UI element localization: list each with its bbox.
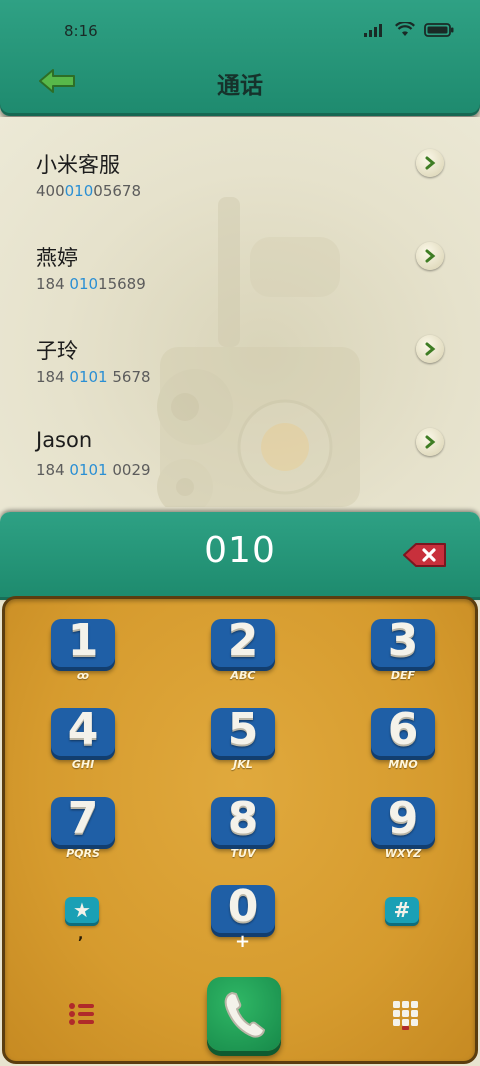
key-4[interactable]: 4 GHI	[51, 704, 115, 771]
contact-row[interactable]: Jason 184 0101 0029	[0, 428, 480, 511]
call-log-icon[interactable]	[67, 1001, 97, 1027]
key-7[interactable]: 7 PQRS	[51, 793, 115, 860]
contact-name: 子玲	[36, 339, 78, 363]
key-0-sub: +	[235, 931, 251, 952]
contact-name: Jason	[36, 428, 93, 452]
status-time: 8:16	[64, 22, 98, 40]
key-9[interactable]: 9 WXYZ	[371, 793, 435, 860]
dial-display: 010	[0, 512, 480, 600]
contact-results: 小米客服 40001005678 燕婷 184 01015689 子玲 184 …	[0, 117, 480, 511]
contact-number: 184 0101 5678	[36, 368, 151, 386]
key-hash[interactable]: #	[385, 897, 419, 923]
contact-number: 184 01015689	[36, 275, 146, 293]
key-star-sub: ,	[78, 927, 84, 943]
call-button[interactable]	[207, 977, 281, 1051]
contact-name: 小米客服	[36, 153, 120, 177]
key-8[interactable]: 8 TUV	[211, 793, 275, 860]
phone-icon	[224, 992, 265, 1038]
contact-number: 40001005678	[36, 182, 141, 200]
key-5[interactable]: 5 JKL	[211, 704, 275, 771]
battery-icon	[424, 22, 454, 37]
contact-row[interactable]: 燕婷 184 01015689	[0, 242, 480, 332]
signal-icon	[364, 23, 382, 37]
key-2[interactable]: 2 ABC	[211, 615, 275, 682]
status-icons	[364, 22, 454, 37]
contact-row[interactable]: 小米客服 40001005678	[0, 149, 480, 239]
backspace-icon[interactable]	[402, 542, 448, 568]
chevron-right-icon[interactable]	[416, 149, 444, 177]
voicemail-icon: ꝏ	[76, 669, 90, 682]
key-3[interactable]: 3 DEF	[371, 615, 435, 682]
chevron-right-icon[interactable]	[416, 428, 444, 456]
chevron-right-icon[interactable]	[416, 335, 444, 363]
header: 8:16 通话	[0, 0, 480, 116]
contact-name: 燕婷	[36, 246, 78, 270]
contact-number: 184 0101 0029	[36, 461, 151, 479]
page-title: 通话	[217, 73, 263, 99]
key-star[interactable]: ★	[65, 897, 99, 923]
chevron-right-icon[interactable]	[416, 242, 444, 270]
dial-keypad: 1 ꝏ 2 ABC 3 DEF 4 GHI 5 JKL 6 MNO 7 PQRS…	[2, 596, 478, 1064]
wifi-icon	[395, 22, 415, 36]
key-1[interactable]: 1 ꝏ	[51, 615, 115, 682]
key-6[interactable]: 6 MNO	[371, 704, 435, 771]
contact-row[interactable]: 子玲 184 0101 5678	[0, 335, 480, 425]
dialpad-grid-icon[interactable]	[391, 999, 421, 1031]
